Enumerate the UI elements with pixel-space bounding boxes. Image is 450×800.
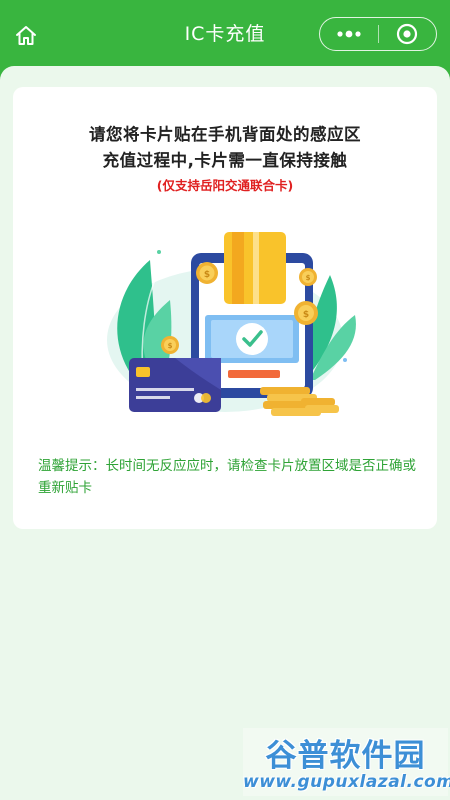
svg-text:$: $ <box>303 310 309 320</box>
home-icon <box>16 26 36 45</box>
watermark-url: www.gupuxlazal.com <box>243 772 450 792</box>
more-dots-icon <box>337 30 361 38</box>
home-button[interactable] <box>10 20 42 52</box>
watermark: 谷普软件园 www.gupuxlazal.com <box>243 728 450 796</box>
close-target-icon <box>397 23 418 45</box>
close-button[interactable] <box>379 18 437 50</box>
warm-tip-text: 温馨提示：长时间无反应应时，请检查卡片放置区域是否正确或重新贴卡 <box>38 458 416 496</box>
svg-text:$: $ <box>204 270 210 280</box>
instruction-card: 请您将卡片贴在手机背面处的感应区 充值过程中,卡片需一直保持接触 (仅支持岳阳交… <box>13 87 437 529</box>
svg-text:$: $ <box>168 342 173 350</box>
navigation-bar: IC卡充值 <box>0 0 450 68</box>
svg-text:$: $ <box>306 274 311 282</box>
more-button[interactable] <box>320 18 378 50</box>
nfc-card-payment-illustration: $ $ $ $ <box>107 232 356 416</box>
supported-card-note: (仅支持岳阳交通联合卡) <box>156 178 294 193</box>
instruction-line-2: 充值过程中,卡片需一直保持接触 <box>102 151 348 170</box>
watermark-brand: 谷普软件园 <box>265 738 426 774</box>
mini-program-capsule <box>319 17 437 51</box>
instruction-line-1: 请您将卡片贴在手机背面处的感应区 <box>89 125 361 144</box>
